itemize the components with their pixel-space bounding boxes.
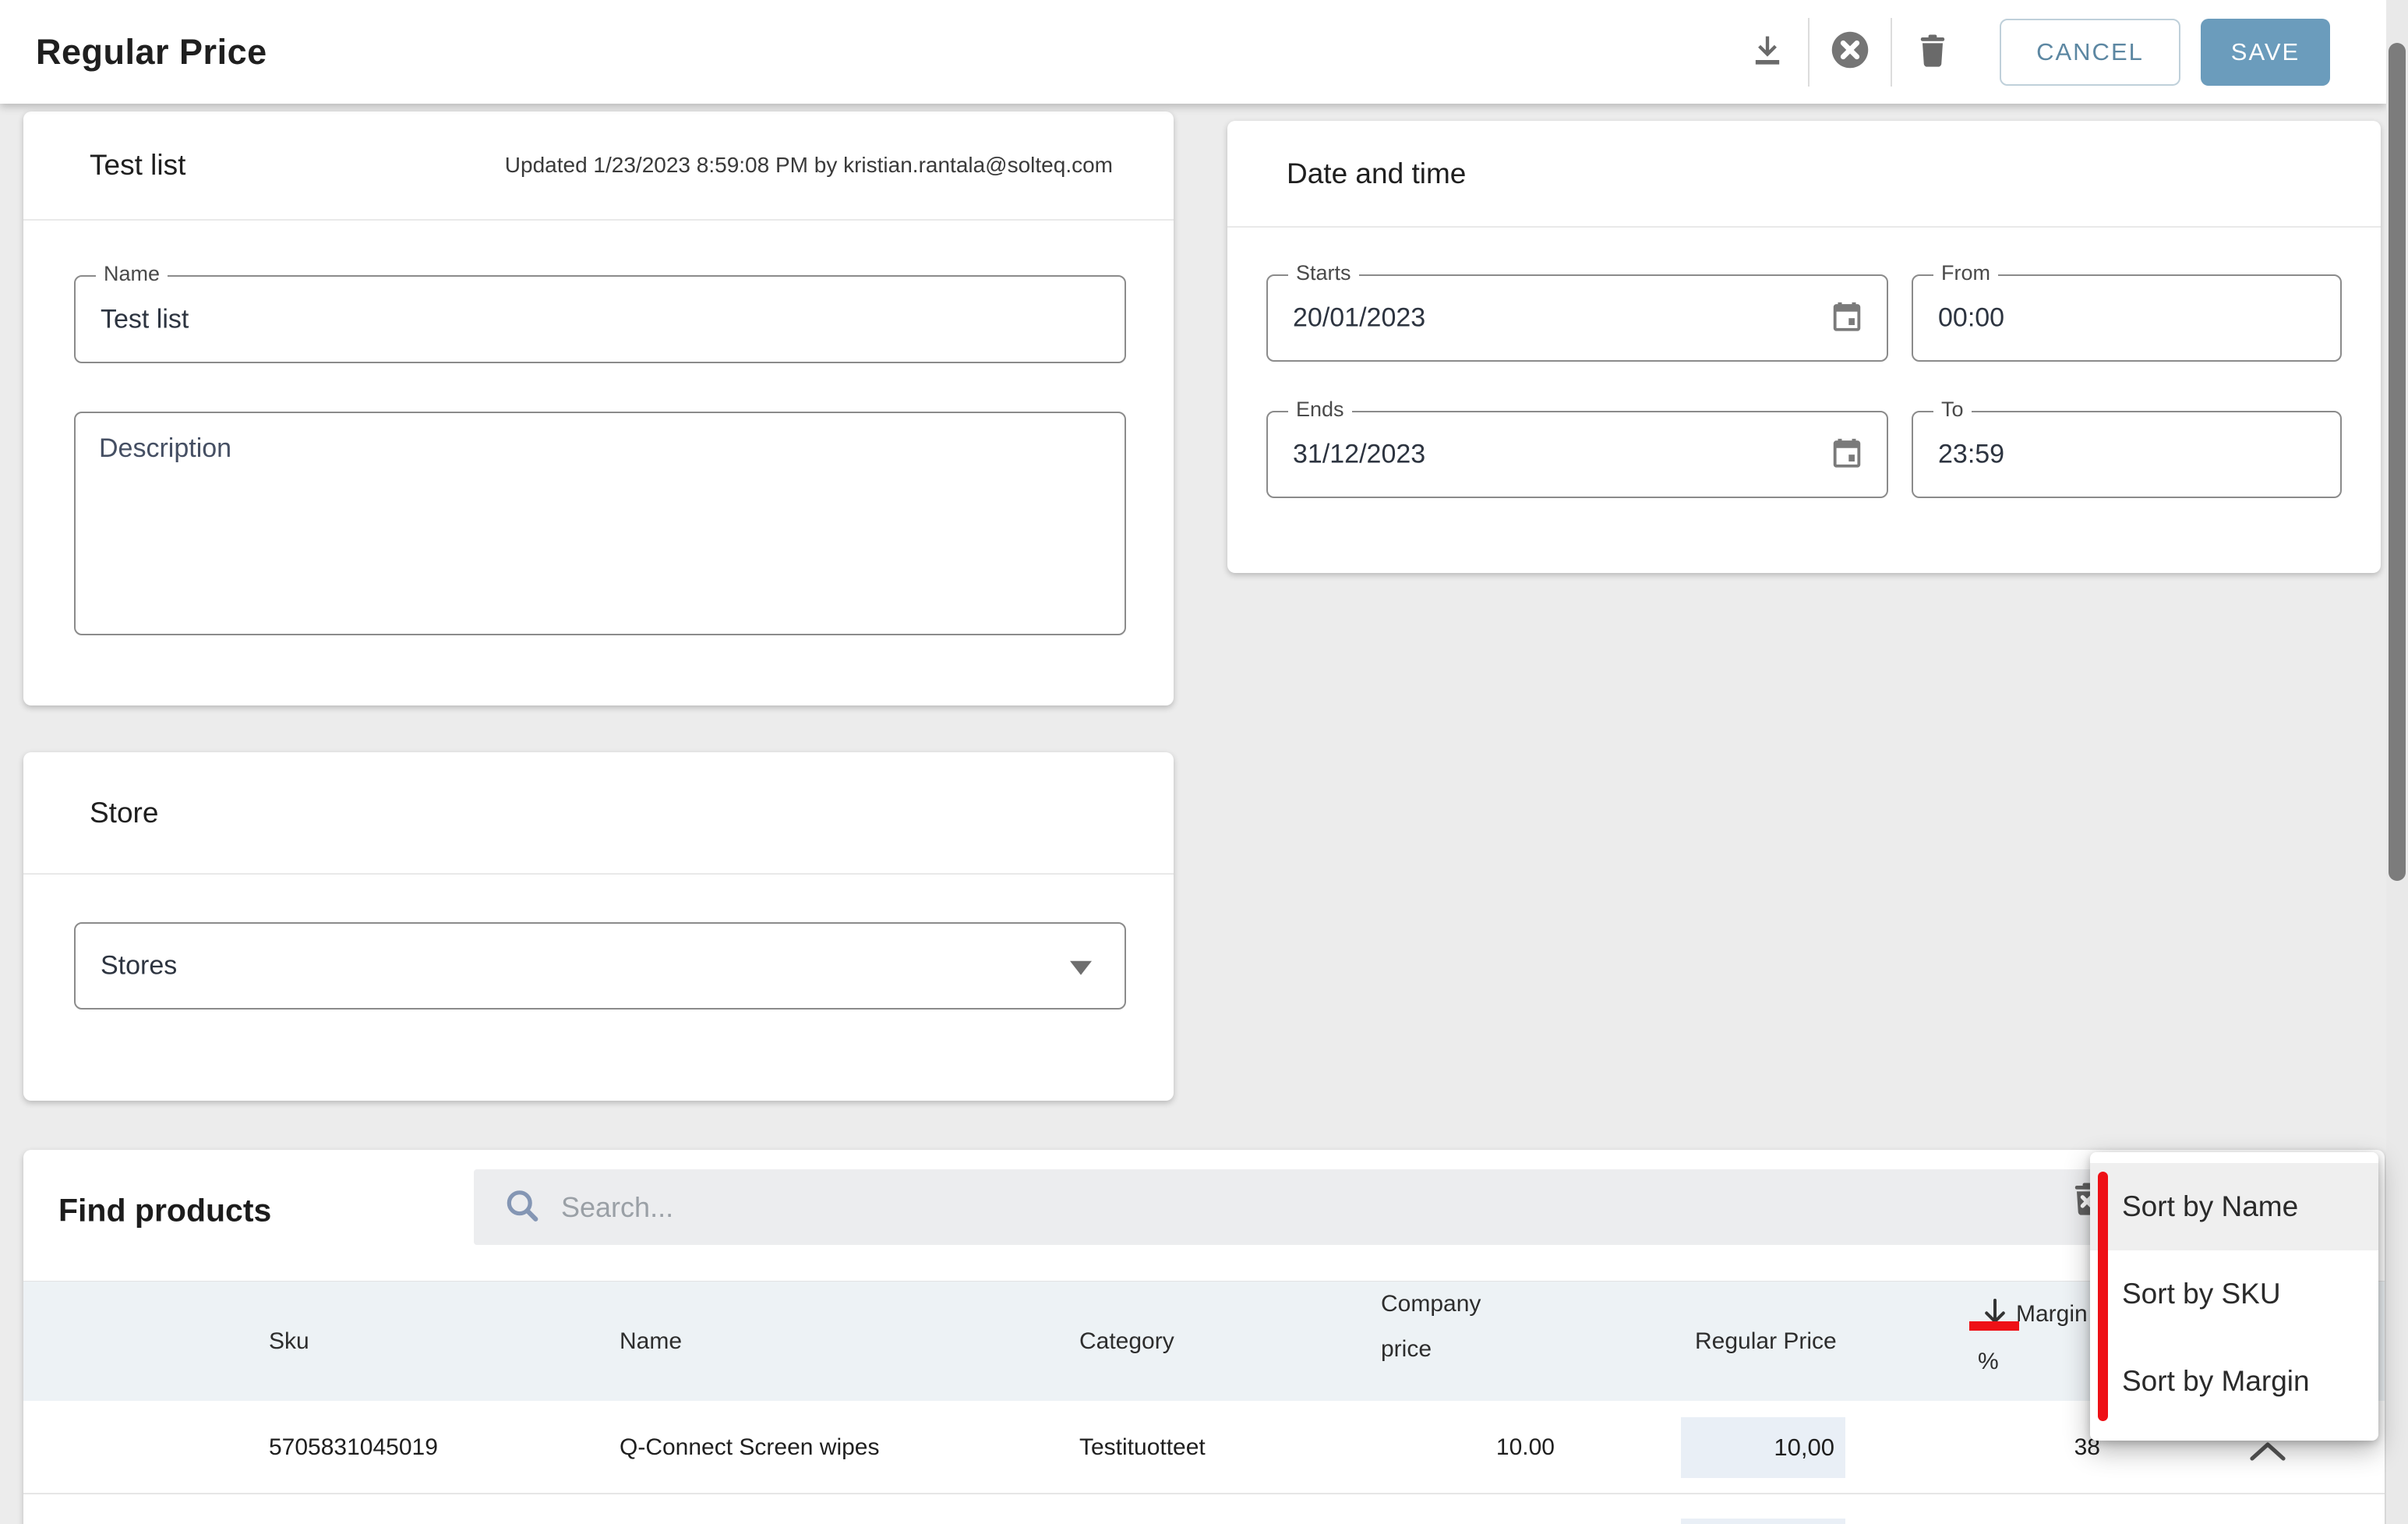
download-icon <box>1747 30 1788 74</box>
search-icon <box>502 1185 542 1229</box>
name-field-label: Name <box>96 262 168 286</box>
list-details-card: Test list Updated 1/23/2023 8:59:08 PM b… <box>23 111 1174 705</box>
caret-down-icon <box>1070 961 1092 975</box>
sort-active-underline <box>1969 1321 2019 1331</box>
close-circle-icon <box>1826 26 1874 78</box>
to-field-label: To <box>1933 398 1972 422</box>
to-field[interactable]: To 23:59 <box>1912 411 2342 498</box>
column-header-category: Category <box>1079 1282 1174 1402</box>
cancel-button[interactable]: CANCEL <box>2000 19 2180 86</box>
top-app-bar: Regular Price CANCEL SAVE <box>0 0 2386 104</box>
calendar-icon[interactable] <box>1829 435 1865 475</box>
stores-dropdown-value: Stores <box>101 951 177 981</box>
from-field[interactable]: From 00:00 <box>1912 274 2342 362</box>
name-field[interactable]: Name <box>74 275 1126 363</box>
sort-menu: Sort by Name Sort by SKU Sort by Margin <box>2090 1152 2378 1441</box>
search-input[interactable] <box>561 1169 1964 1245</box>
menu-item-sort-by-sku[interactable]: Sort by SKU <box>2090 1250 2378 1338</box>
cell-name: Q-Connect Screen wipes <box>620 1401 880 1494</box>
starts-field[interactable]: Starts 20/01/2023 <box>1266 274 1888 362</box>
store-card-title: Store <box>90 797 158 829</box>
toolbar-divider <box>1891 18 1892 87</box>
datetime-card: Date and time Starts 20/01/2023 From 00:… <box>1227 121 2381 573</box>
toolbar-divider <box>1808 18 1810 87</box>
starts-field-label: Starts <box>1288 261 1359 285</box>
menu-item-sort-by-margin[interactable]: Sort by Margin <box>2090 1338 2378 1425</box>
cell-category: Testituotteet <box>1079 1401 1206 1494</box>
from-value: 00:00 <box>1938 303 2237 334</box>
download-button[interactable] <box>1732 16 1803 88</box>
cell-sku: 5705831045019 <box>269 1401 438 1494</box>
find-products-title: Find products <box>58 1193 271 1229</box>
delete-button[interactable] <box>1897 16 1968 88</box>
from-field-label: From <box>1933 261 1998 285</box>
table-row: 5705831045019 Q-Connect Screen wipes Tes… <box>23 1401 2385 1494</box>
cell-company-price: 10.00 <box>1399 1401 1555 1494</box>
sort-menu-accent-bar <box>2098 1172 2108 1421</box>
toolbar-actions: CANCEL SAVE <box>1732 0 2330 104</box>
store-card: Store Stores <box>23 752 1174 1101</box>
save-button[interactable]: SAVE <box>2201 19 2330 86</box>
ends-field[interactable]: Ends 31/12/2023 <box>1266 411 1888 498</box>
column-header-margin-unit: % <box>1978 1349 1999 1375</box>
updated-info: Updated 1/23/2023 8:59:08 PM by kristian… <box>505 153 1113 178</box>
list-card-header: Test list Updated 1/23/2023 8:59:08 PM b… <box>23 111 1174 221</box>
find-products-card: Find products Sku Name Category Company … <box>23 1150 2385 1524</box>
scrollbar-track <box>2386 0 2408 1524</box>
ends-value: 31/12/2023 <box>1293 440 1726 470</box>
column-header-name: Name <box>620 1282 682 1402</box>
cell-margin: 38 <box>2022 1401 2100 1494</box>
calendar-icon[interactable] <box>1829 299 1865 338</box>
ends-field-label: Ends <box>1288 398 1352 422</box>
column-header-regular-price: Regular Price <box>1695 1282 1837 1402</box>
store-card-header: Store <box>23 752 1174 875</box>
column-header-margin: Margin <box>2016 1301 2088 1328</box>
regular-price-input[interactable] <box>1681 1519 1845 1524</box>
table-row <box>23 1496 2385 1524</box>
chevron-up-icon <box>2249 1441 2286 1462</box>
to-value: 23:59 <box>1938 440 2237 470</box>
column-header-sku: Sku <box>269 1282 309 1402</box>
datetime-card-header: Date and time <box>1227 121 2381 228</box>
page-title: Regular Price <box>36 32 267 72</box>
datetime-card-title: Date and time <box>1287 157 1466 190</box>
regular-price-input[interactable]: 10,00 <box>1681 1417 1845 1478</box>
description-input[interactable] <box>74 412 1126 635</box>
scrollbar-thumb[interactable] <box>2389 43 2406 881</box>
close-button[interactable] <box>1814 16 1886 88</box>
stores-dropdown[interactable]: Stores <box>74 922 1126 1010</box>
column-header-company-price: Company price <box>1381 1282 1529 1402</box>
list-card-title: Test list <box>90 149 185 182</box>
starts-value: 20/01/2023 <box>1293 303 1726 334</box>
app-root: Regular Price CANCEL SAVE <box>0 0 2408 1524</box>
row-collapse-button[interactable] <box>2249 1441 2286 1466</box>
name-input[interactable] <box>101 304 835 334</box>
trash-icon <box>1912 30 1953 74</box>
products-table-header: Sku Name Category Company price Regular … <box>23 1281 2385 1401</box>
menu-item-sort-by-name[interactable]: Sort by Name <box>2090 1163 2378 1250</box>
